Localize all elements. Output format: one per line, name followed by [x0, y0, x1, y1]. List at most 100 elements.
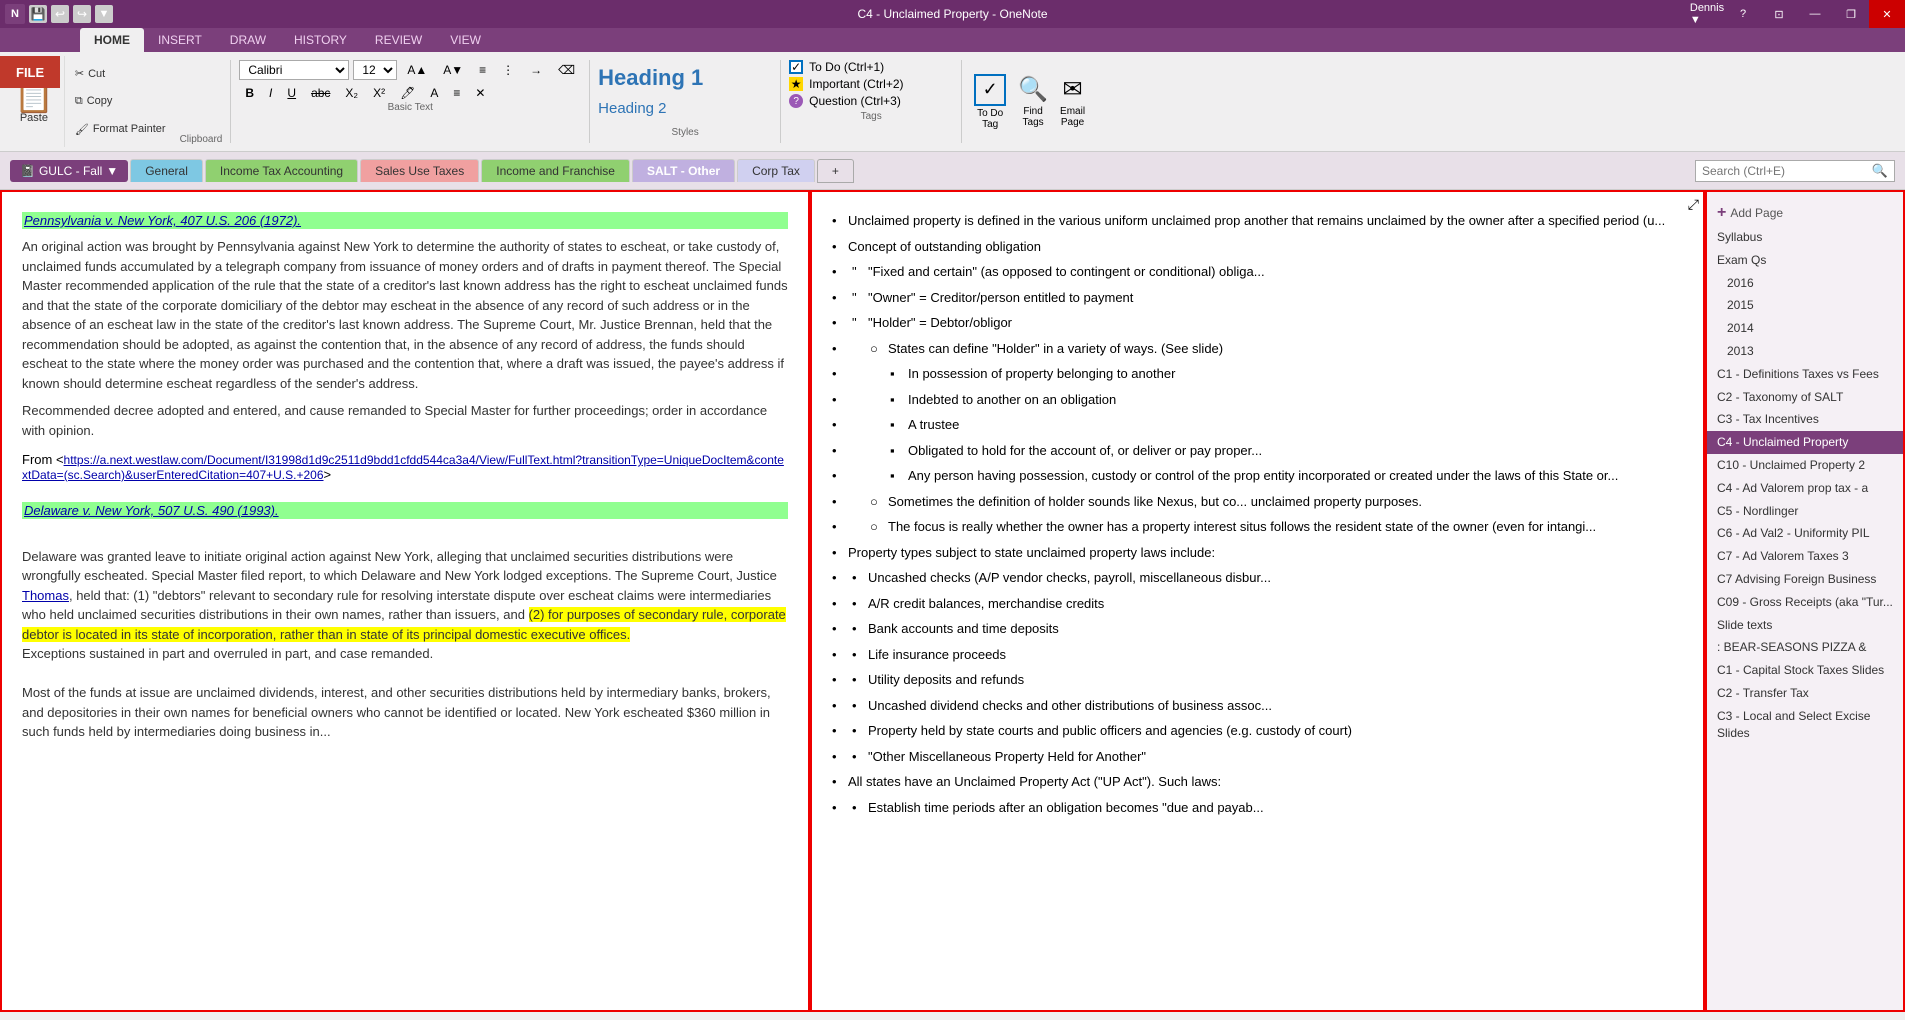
search-box[interactable]: 🔍 [1695, 160, 1895, 182]
decrease-font-btn[interactable]: A▼ [437, 61, 469, 79]
superscript-btn[interactable]: X² [367, 84, 391, 102]
sidebar-item-c4[interactable]: C4 - Unclaimed Property [1707, 431, 1903, 454]
cut-button[interactable]: ✂ Cut [71, 66, 170, 81]
case-1-text: An original action was brought by Pennsy… [22, 237, 788, 393]
sidebar-item-c1-capital[interactable]: C1 - Capital Stock Taxes Slides [1707, 659, 1903, 682]
sidebar-item-c3-local[interactable]: C3 - Local and Select Excise Slides [1707, 705, 1903, 745]
holder-types-list: ▪In possession of property belonging to … [828, 361, 1687, 489]
sidebar-item-c09[interactable]: C09 - Gross Receipts (aka "Tur... [1707, 591, 1903, 614]
heading1-style[interactable]: Heading 1 [598, 65, 772, 91]
sidebar-item-c7-adval3[interactable]: C7 - Ad Valorem Taxes 3 [1707, 545, 1903, 568]
align-left-btn[interactable]: ≡ [447, 84, 466, 102]
heading2-style[interactable]: Heading 2 [598, 100, 772, 117]
todo-tag-button[interactable]: ✓ To DoTag [974, 74, 1006, 130]
tab-draw[interactable]: DRAW [216, 28, 280, 52]
question-icon: ? [789, 94, 803, 108]
note-item-18: •Utility deposits and refunds [828, 667, 1687, 693]
sidebar-item-syllabus[interactable]: Syllabus [1707, 226, 1903, 249]
tab-history[interactable]: HISTORY [280, 28, 361, 52]
sidebar-item-bear-seasons[interactable]: : BEAR-SEASONS PIZZA & [1707, 636, 1903, 659]
add-page-button[interactable]: + Add Page [1707, 200, 1903, 226]
clear-format-btn[interactable]: ⌫ [552, 61, 581, 79]
copy-button[interactable]: ⧉ Copy [71, 94, 170, 109]
sidebar-item-c6[interactable]: C6 - Ad Val2 - Uniformity PIL [1707, 522, 1903, 545]
format-painter-button[interactable]: 🖌 Format Painter [71, 122, 170, 137]
subscript-btn[interactable]: X₂ [339, 84, 364, 102]
help-btn[interactable]: ? [1725, 0, 1761, 28]
sidebar-item-c10[interactable]: C10 - Unclaimed Property 2 [1707, 454, 1903, 477]
sidebar-item-c7-advising[interactable]: C7 Advising Foreign Business [1707, 568, 1903, 591]
sidebar-item-2013[interactable]: 2013 [1707, 340, 1903, 363]
ribbon-toggle-btn[interactable]: ⊡ [1761, 0, 1797, 28]
tab-insert[interactable]: INSERT [144, 28, 216, 52]
indent-btn[interactable]: → [524, 61, 548, 79]
font-size-select[interactable]: 12 [353, 60, 397, 80]
sidebar-item-examqs[interactable]: Exam Qs [1707, 249, 1903, 272]
tag-important[interactable]: ★ Important (Ctrl+2) [789, 77, 953, 91]
tab-add[interactable]: + [817, 159, 854, 183]
case-1-citation[interactable]: Pennsylvania v. New York, 407 U.S. 206 (… [22, 212, 788, 229]
bold-btn[interactable]: B [239, 84, 260, 102]
quick-access-redo[interactable]: ↪ [73, 5, 91, 23]
note-item-8: ▪A trustee [828, 412, 1687, 438]
window-title: C4 - Unclaimed Property - OneNote [857, 7, 1047, 21]
sales-use-tab-label: Sales Use Taxes [375, 164, 464, 178]
highlight-btn[interactable]: 🖊 [394, 84, 421, 102]
tab-income-franchise[interactable]: Income and Franchise [481, 159, 630, 182]
note-item-15: •A/R credit balances, merchandise credit… [828, 591, 1687, 617]
bullets-btn[interactable]: ≡ [473, 61, 492, 79]
left-panel: Pennsylvania v. New York, 407 U.S. 206 (… [0, 190, 810, 1012]
sidebar-item-c1[interactable]: C1 - Definitions Taxes vs Fees [1707, 363, 1903, 386]
tag-question[interactable]: ? Question (Ctrl+3) [789, 94, 953, 108]
tab-salt-other[interactable]: SALT - Other [632, 159, 735, 182]
sidebar-item-slide-texts[interactable]: Slide texts [1707, 614, 1903, 637]
quick-access-undo[interactable]: ↩ [51, 5, 69, 23]
numbered-list-btn[interactable]: ⋮ [496, 61, 520, 79]
sidebar-item-c2[interactable]: C2 - Taxonomy of SALT [1707, 386, 1903, 409]
tab-home[interactable]: HOME [80, 28, 144, 52]
case-1-link[interactable]: https://a.next.westlaw.com/Document/I319… [22, 453, 784, 482]
sidebar-item-c4-adval[interactable]: C4 - Ad Valorem prop tax - a [1707, 477, 1903, 500]
sidebar-item-c3[interactable]: C3 - Tax Incentives [1707, 408, 1903, 431]
close-btn[interactable]: ✕ [1869, 0, 1905, 28]
sidebar-item-c5[interactable]: C5 - Nordlinger [1707, 500, 1903, 523]
strikethrough-btn[interactable]: abc [305, 84, 336, 102]
file-button[interactable]: FILE [0, 56, 60, 88]
search-icon[interactable]: 🔍 [1872, 163, 1888, 179]
quick-access-more[interactable]: ▼ [95, 5, 113, 23]
thomas-link[interactable]: Thomas [22, 588, 69, 603]
font-color-btn[interactable]: A [424, 84, 444, 102]
font-family-select[interactable]: Calibri [239, 60, 349, 80]
minimize-btn[interactable]: — [1797, 0, 1833, 28]
find-tags-button[interactable]: 🔍 FindTags [1018, 75, 1048, 128]
main-area: Pennsylvania v. New York, 407 U.S. 206 (… [0, 190, 1905, 1012]
search-input[interactable] [1702, 164, 1872, 178]
sidebar-item-2015[interactable]: 2015 [1707, 294, 1903, 317]
increase-font-btn[interactable]: A▲ [401, 61, 433, 79]
email-page-button[interactable]: ✉ EmailPage [1060, 75, 1085, 128]
income-franchise-tab-label: Income and Franchise [496, 164, 615, 178]
notebook-selector[interactable]: 📓 GULC - Fall ▼ [10, 160, 128, 182]
note-item-20: •Property held by state courts and publi… [828, 718, 1687, 744]
italic-btn[interactable]: I [263, 84, 278, 102]
tag-todo[interactable]: ✓ To Do (Ctrl+1) [789, 60, 953, 74]
maximize-btn[interactable]: ❐ [1833, 0, 1869, 28]
tab-general[interactable]: General [130, 159, 203, 182]
sidebar-item-c2-transfer[interactable]: C2 - Transfer Tax [1707, 682, 1903, 705]
tab-corp-tax[interactable]: Corp Tax [737, 159, 815, 182]
sidebar-item-2016[interactable]: 2016 [1707, 272, 1903, 295]
tab-income-tax[interactable]: Income Tax Accounting [205, 159, 358, 182]
clear-all-btn[interactable]: ✕ [469, 84, 491, 102]
tab-view[interactable]: VIEW [436, 28, 495, 52]
note-item-19: •Uncashed dividend checks and other dist… [828, 693, 1687, 719]
tab-review[interactable]: REVIEW [361, 28, 436, 52]
format-buttons: B I U abc X₂ X² 🖊 A ≡ ✕ [239, 84, 581, 102]
format-painter-label: Format Painter [93, 123, 166, 135]
general-tab-label: General [145, 164, 188, 178]
expand-icon[interactable]: ⤢ [1688, 196, 1699, 213]
tab-sales-use[interactable]: Sales Use Taxes [360, 159, 479, 182]
sidebar-item-2014[interactable]: 2014 [1707, 317, 1903, 340]
underline-btn[interactable]: U [281, 84, 302, 102]
quick-access-save[interactable]: 💾 [29, 5, 47, 23]
case-2-citation[interactable]: Delaware v. New York, 507 U.S. 490 (1993… [22, 502, 788, 519]
